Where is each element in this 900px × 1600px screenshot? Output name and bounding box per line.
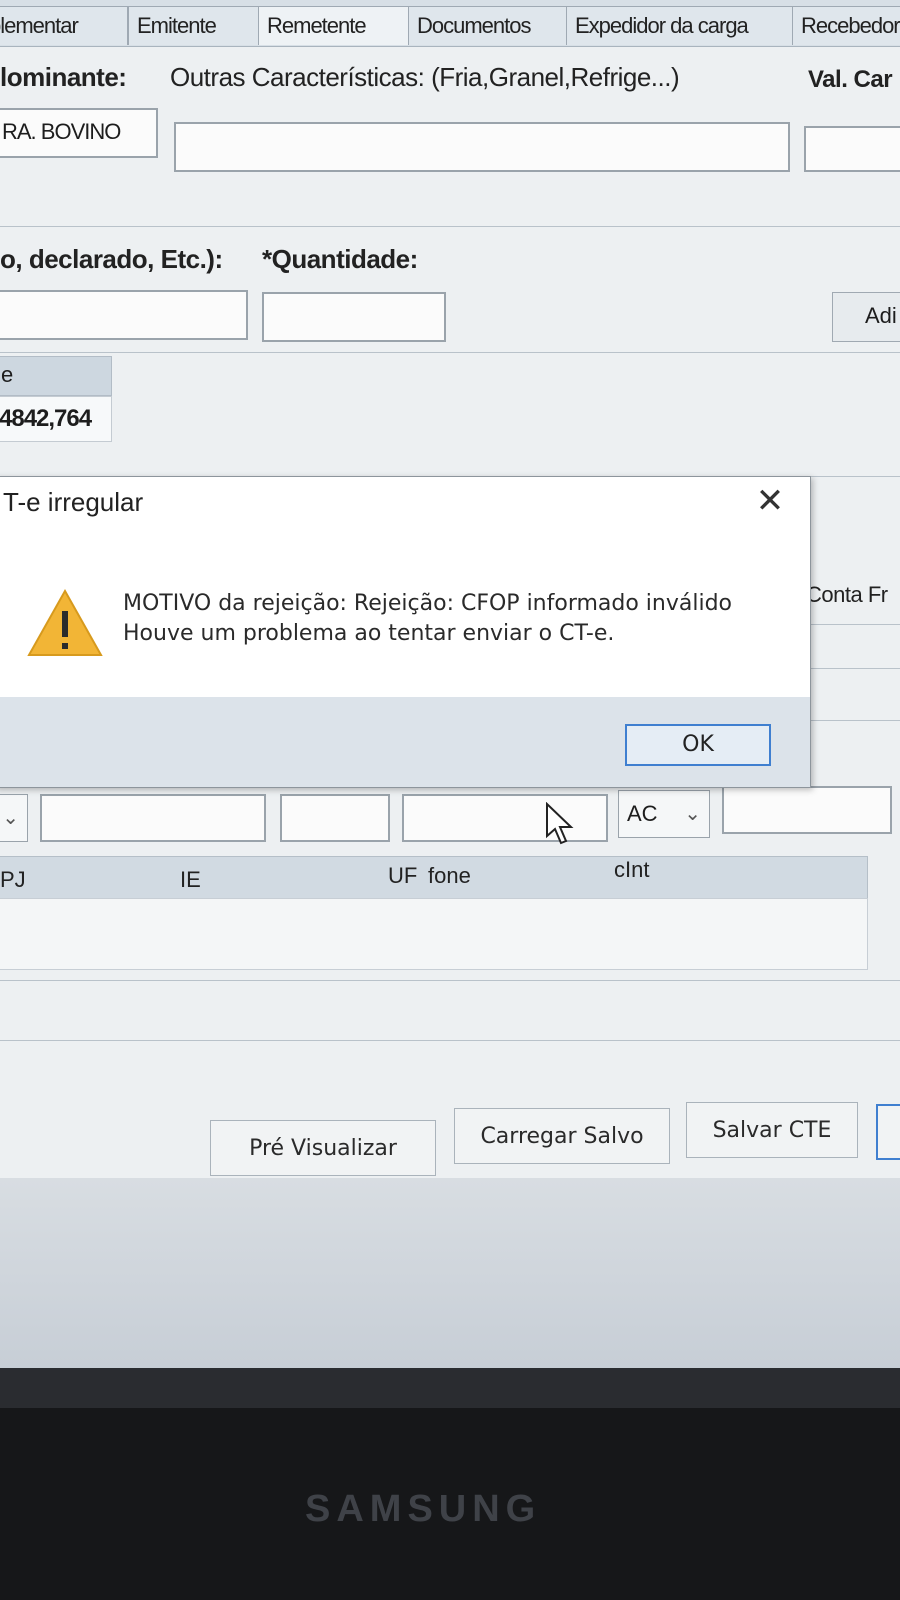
cargo-value-field[interactable] (804, 126, 900, 172)
section-divider (800, 624, 900, 625)
predominant-product-field[interactable]: RA. BOVINO (0, 108, 158, 158)
address-field[interactable] (40, 794, 266, 842)
parties-grid-body[interactable] (0, 898, 868, 970)
phone-field[interactable] (722, 786, 892, 834)
monitor-bezel-edge (0, 1368, 900, 1408)
section-divider (800, 720, 900, 721)
tab-remetente[interactable]: Remetente (258, 6, 414, 45)
column-header-cint: cInt (614, 857, 650, 882)
tab-bar: plementar Emitente Remetente Documentos … (0, 0, 900, 47)
dialog-title: T-e irregular (3, 487, 144, 517)
cargo-value-label: Val. Car (808, 66, 893, 93)
tab-recebedor[interactable]: Recebedor (792, 6, 900, 45)
district-field[interactable] (402, 794, 608, 842)
tab-expedidor[interactable]: Expedidor da carga (566, 6, 794, 45)
error-dialog: T-e irregular ✕ MOTIVO da rejeição: Reje… (0, 476, 811, 788)
state-select[interactable]: AC ⌄ (618, 790, 710, 838)
tab-emitente[interactable]: Emitente (128, 6, 264, 45)
column-header-fone: fone (428, 863, 471, 888)
other-characteristics-label: Outras Características: (Fria,Granel,Ref… (170, 62, 680, 92)
quantity-grid-cell[interactable]: 4842,764 (0, 396, 112, 442)
column-header-uf: UF (388, 863, 418, 888)
combo-left[interactable]: ⌄ (0, 794, 28, 842)
dialog-footer: OK (0, 697, 810, 787)
state-select-value: AC (627, 801, 658, 826)
screen-lower-area (0, 1178, 900, 1368)
tab-complementar[interactable]: plementar (0, 6, 128, 45)
monitor-brand-logo: SAMSUNG (305, 1488, 542, 1530)
section-divider (800, 476, 900, 477)
preview-button[interactable]: Pré Visualizar (210, 1120, 436, 1176)
section-divider (800, 668, 900, 669)
application-window: plementar Emitente Remetente Documentos … (0, 0, 900, 1195)
close-icon[interactable]: ✕ (752, 483, 788, 519)
send-error-text: Houve um problema ao tentar enviar o CT-… (123, 621, 615, 646)
tab-documentos[interactable]: Documentos (408, 6, 572, 45)
section-divider (0, 352, 900, 353)
other-characteristics-field[interactable] (174, 122, 790, 172)
warning-triangle-icon (27, 585, 103, 661)
mouse-cursor-icon (546, 802, 574, 845)
section-divider (0, 226, 900, 227)
number-field[interactable] (280, 794, 390, 842)
dialog-message: MOTIVO da rejeição: Rejeição: CFOP infor… (123, 589, 732, 649)
predominant-product-label: lominante: (0, 62, 127, 92)
rejection-reason-text: MOTIVO da rejeição: Rejeição: CFOP infor… (123, 591, 733, 616)
quantity-grid-header: e (0, 356, 112, 396)
chevron-down-icon: ⌄ (684, 803, 701, 825)
column-header-cnpj: PJ (0, 867, 26, 892)
conta-frete-label: Conta Fr (806, 582, 888, 607)
measure-type-label: o, declarado, Etc.): (0, 244, 223, 274)
add-quantity-button[interactable]: Adi (832, 292, 900, 342)
chevron-down-icon: ⌄ (2, 807, 19, 829)
quantity-label: *Quantidade: (262, 244, 418, 274)
column-header-ie: IE (180, 867, 201, 892)
load-saved-button[interactable]: Carregar Salvo (454, 1108, 670, 1164)
ok-button[interactable]: OK (625, 724, 771, 766)
quantity-field[interactable] (262, 292, 446, 342)
save-cte-button[interactable]: Salvar CTE (686, 1102, 858, 1158)
measure-type-field[interactable] (0, 290, 248, 340)
next-button[interactable] (876, 1104, 900, 1160)
section-divider (0, 1040, 900, 1041)
section-divider (0, 980, 900, 981)
